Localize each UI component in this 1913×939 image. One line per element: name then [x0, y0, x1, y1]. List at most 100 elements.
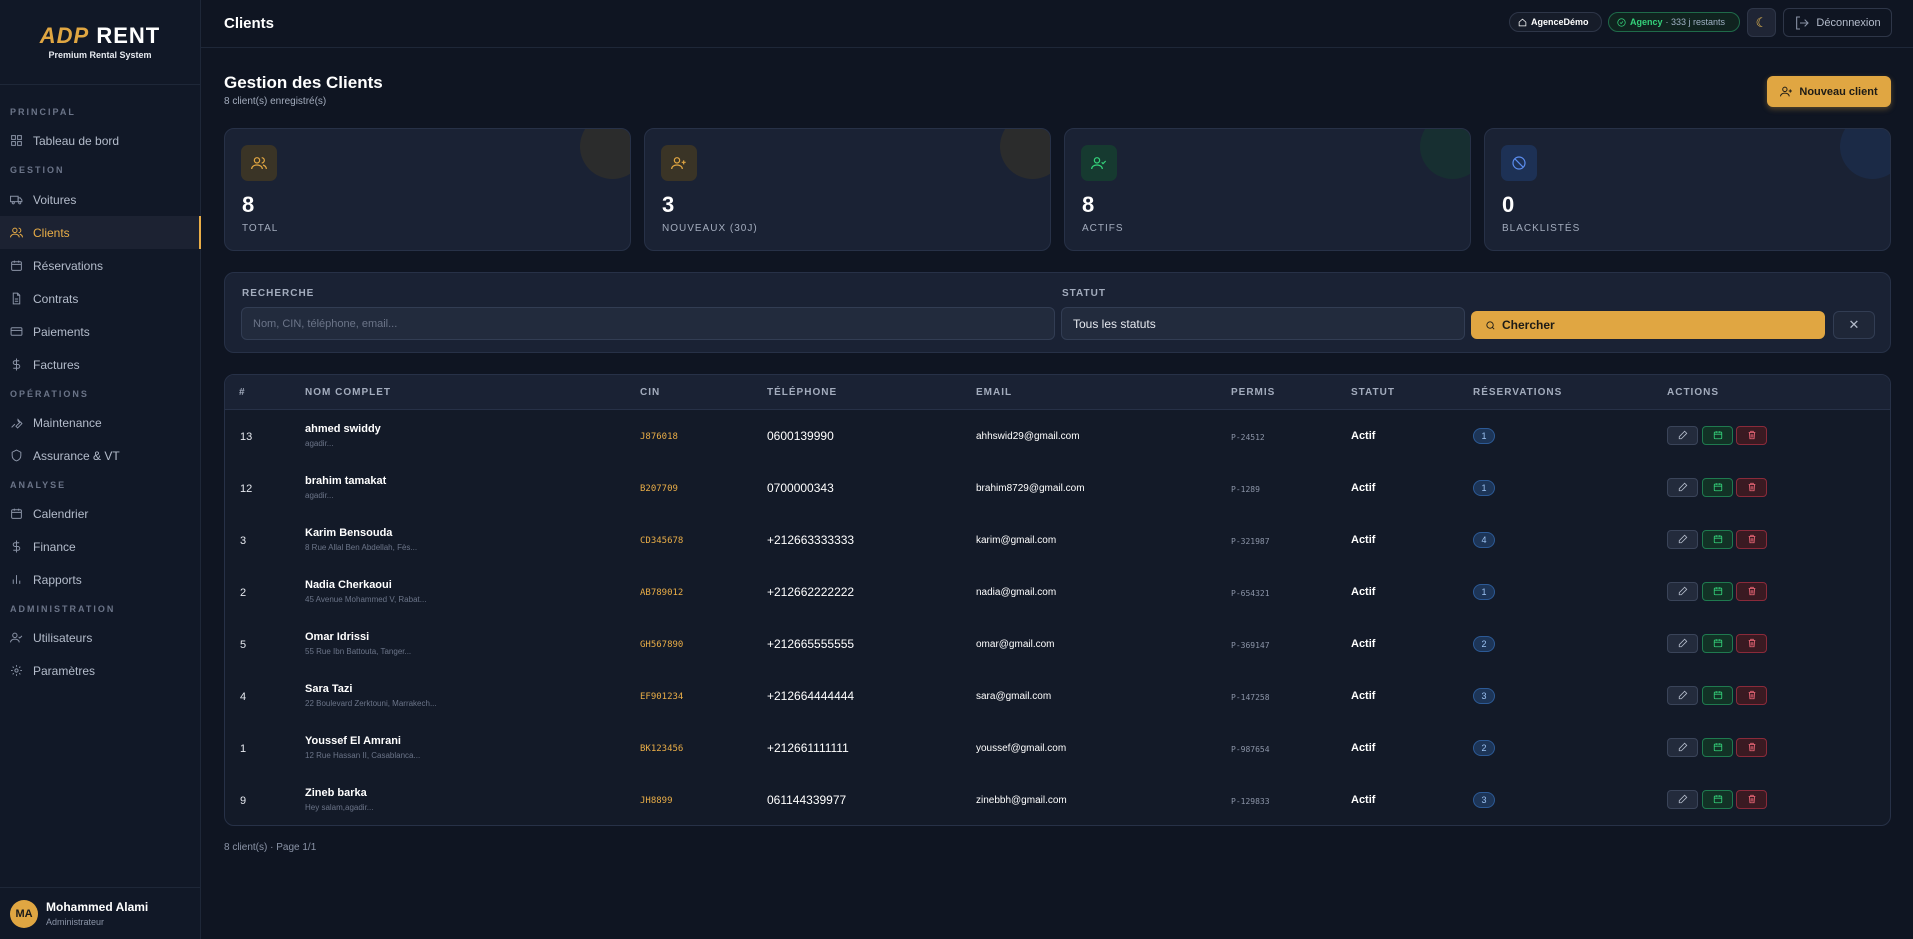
sidebar-item-maintenance[interactable]: Maintenance [0, 406, 200, 439]
table-row[interactable]: 1 Youssef El Amrani 12 Rue Hassan II, Casa… [225, 723, 1890, 775]
clear-filters-button[interactable]: ✕ [1833, 311, 1875, 339]
new-reservation-button[interactable] [1702, 426, 1733, 445]
sidebar-item-insurance[interactable]: Assurance & VT [0, 439, 200, 472]
sidebar-item-calendar[interactable]: Calendrier [0, 497, 200, 530]
sidebar-item-reports[interactable]: Rapports [0, 563, 200, 596]
sidebar-item-settings[interactable]: Paramètres [0, 654, 200, 687]
cell-email: omar@gmail.com [976, 639, 1055, 650]
edit-button[interactable] [1667, 426, 1698, 445]
trash-icon [1747, 635, 1757, 653]
nav-section-operations: OPÉRATIONS [10, 389, 89, 399]
edit-button[interactable] [1667, 790, 1698, 809]
dollar-icon [12, 358, 21, 371]
stat-value: 0 [1502, 192, 1515, 217]
delete-button[interactable] [1736, 790, 1767, 809]
table-row[interactable]: 2 Nadia Cherkaoui 45 Avenue Mohammed V, Ra… [225, 567, 1890, 619]
logout-button[interactable]: Déconnexion [1783, 8, 1892, 37]
cell-cin: J876018 [640, 432, 678, 442]
sidebar-item-finance[interactable]: Finance [0, 530, 200, 563]
sidebar-item-label: Voitures [33, 192, 77, 207]
home-icon [1518, 18, 1527, 26]
new-reservation-button[interactable] [1702, 738, 1733, 757]
reservations-count-badge: 1 [1473, 480, 1495, 496]
cell-name: Sara Tazi [305, 683, 353, 695]
sidebar-item-invoices[interactable]: Factures [0, 348, 200, 381]
sidebar-item-reservations[interactable]: Réservations [0, 249, 200, 282]
delete-button[interactable] [1736, 582, 1767, 601]
cell-permis: P-129833 [1231, 797, 1270, 806]
status-select[interactable]: Tous les statuts [1061, 307, 1465, 340]
table-row[interactable]: 13 ahmed swiddy agadir... J876018 0600139990… [225, 411, 1890, 463]
cell-name: Nadia Cherkaoui [305, 579, 392, 591]
table-row[interactable]: 4 Sara Tazi 22 Boulevard Zerktouni, Marrak… [225, 671, 1890, 723]
sidebar-item-clients[interactable]: Clients [0, 216, 201, 249]
pencil-icon [1678, 427, 1688, 445]
sidebar-item-cars[interactable]: Voitures [0, 183, 200, 216]
new-reservation-button[interactable] [1702, 478, 1733, 497]
stat-card-new: 3 NOUVEAUX (30J) [644, 128, 1051, 251]
cell-permis: P-321987 [1231, 537, 1270, 546]
edit-button[interactable] [1667, 478, 1698, 497]
user-role: Administrateur [46, 917, 105, 927]
cell-name: Youssef El Amrani [305, 735, 401, 747]
delete-button[interactable] [1736, 686, 1767, 705]
credit-card-icon [10, 327, 23, 336]
new-client-button[interactable]: Nouveau client [1767, 76, 1891, 107]
cell-phone: +212665555555 [767, 637, 855, 651]
pencil-icon [1678, 531, 1688, 549]
cell-address: agadir... [305, 439, 334, 448]
app-logo[interactable]: ADP RENT Premium Rental System [0, 0, 200, 85]
table-row[interactable]: 9 Zineb barka Hey salam,agadir... JH8899 061… [225, 775, 1890, 825]
check-circle-icon [1617, 17, 1626, 27]
search-input[interactable] [241, 307, 1055, 340]
sidebar-item-label: Contrats [33, 291, 79, 306]
pencil-icon [1678, 479, 1688, 497]
status-badge: Actif [1351, 794, 1376, 806]
theme-toggle-button[interactable]: ☾ [1747, 8, 1776, 37]
delete-button[interactable] [1736, 426, 1767, 445]
pencil-icon [1678, 791, 1688, 809]
sidebar-item-users[interactable]: Utilisateurs [0, 621, 200, 654]
edit-button[interactable] [1667, 582, 1698, 601]
new-reservation-button[interactable] [1702, 530, 1733, 549]
user-profile[interactable]: MA Mohammed Alami Administrateur [0, 887, 200, 939]
delete-button[interactable] [1736, 634, 1767, 653]
new-reservation-button[interactable] [1702, 686, 1733, 705]
reservations-count-badge: 2 [1473, 636, 1495, 652]
new-reservation-button[interactable] [1702, 790, 1733, 809]
table-row[interactable]: 12 brahim tamakat agadir... B207709 07000003… [225, 463, 1890, 515]
status-label: STATUT [1062, 288, 1106, 299]
stat-card-blacklisted: 0 BLACKLISTÉS [1484, 128, 1891, 251]
delete-button[interactable] [1736, 530, 1767, 549]
wrench-icon [11, 418, 23, 429]
edit-button[interactable] [1667, 634, 1698, 653]
table-row[interactable]: 5 Omar Idrissi 55 Rue Ibn Battouta, Tanger… [225, 619, 1890, 671]
stat-label: TOTAL [242, 223, 279, 234]
trash-icon [1747, 739, 1757, 757]
pencil-icon [1678, 583, 1688, 601]
status-badge: Actif [1351, 742, 1376, 754]
sidebar-item-label: Tableau de bord [33, 133, 120, 148]
table-row[interactable]: 3 Karim Bensouda 8 Rue Allal Ben Abdellah,… [225, 515, 1890, 567]
edit-button[interactable] [1667, 530, 1698, 549]
stat-label: ACTIFS [1082, 223, 1124, 234]
new-reservation-button[interactable] [1702, 634, 1733, 653]
sidebar-item-dashboard[interactable]: Tableau de bord [0, 124, 200, 157]
calendar-icon [1713, 791, 1723, 809]
calendar-icon [1713, 531, 1723, 549]
edit-button[interactable] [1667, 738, 1698, 757]
delete-button[interactable] [1736, 478, 1767, 497]
search-button[interactable]: Chercher [1471, 311, 1825, 339]
edit-button[interactable] [1667, 686, 1698, 705]
reservations-count-badge: 3 [1473, 792, 1495, 808]
filter-panel: RECHERCHE STATUT Tous les statuts Cherch… [224, 272, 1891, 353]
logout-icon [1796, 15, 1810, 30]
new-reservation-button[interactable] [1702, 582, 1733, 601]
cell-email: sara@gmail.com [976, 691, 1052, 702]
cell-cin: EF901234 [640, 692, 684, 702]
sidebar-item-payments[interactable]: Paiements [0, 315, 200, 348]
nav-section-gestion: GESTION [10, 165, 65, 175]
cell-id: 9 [240, 795, 247, 807]
delete-button[interactable] [1736, 738, 1767, 757]
sidebar-item-contracts[interactable]: Contrats [0, 282, 200, 315]
